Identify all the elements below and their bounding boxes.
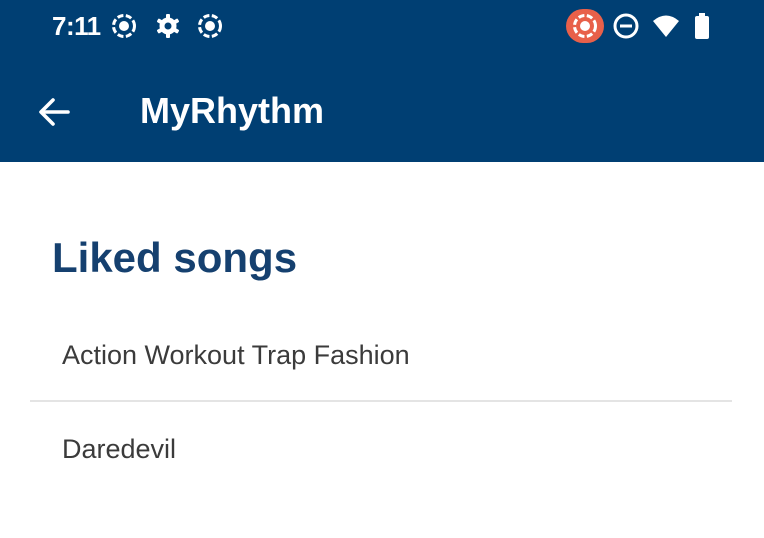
- song-title: Action Workout Trap Fashion: [62, 340, 410, 370]
- song-title: Daredevil: [62, 434, 177, 464]
- screen-record-icon: [196, 12, 224, 40]
- screen-record-icon: [110, 12, 138, 40]
- battery-icon: [688, 12, 716, 40]
- header: 7:11 MyRhythm: [0, 0, 764, 162]
- app-bar: MyRhythm: [0, 62, 764, 162]
- main-content: Liked songs Action Workout Trap Fashion …: [0, 162, 764, 538]
- app-title: MyRhythm: [140, 90, 325, 131]
- cast-icon: [573, 14, 597, 38]
- settings-gear-icon: [154, 12, 182, 40]
- list-item-song[interactable]: Daredevil: [30, 402, 732, 500]
- status-bar: 7:11: [0, 0, 764, 56]
- cast-indicator: [566, 9, 604, 43]
- back-button[interactable]: [28, 86, 80, 138]
- list-item-song[interactable]: Action Workout Trap Fashion: [30, 310, 732, 400]
- arrow-back-icon: [39, 98, 70, 126]
- do-not-disturb-icon: [612, 12, 640, 40]
- wifi-icon: [652, 12, 680, 40]
- liked-songs-list: Action Workout Trap Fashion Daredevil: [30, 310, 732, 500]
- app-screen: 7:11 MyRhythm Liked songs Action Workout…: [0, 0, 764, 538]
- status-time: 7:11: [52, 11, 101, 41]
- section-title: Liked songs: [52, 234, 298, 281]
